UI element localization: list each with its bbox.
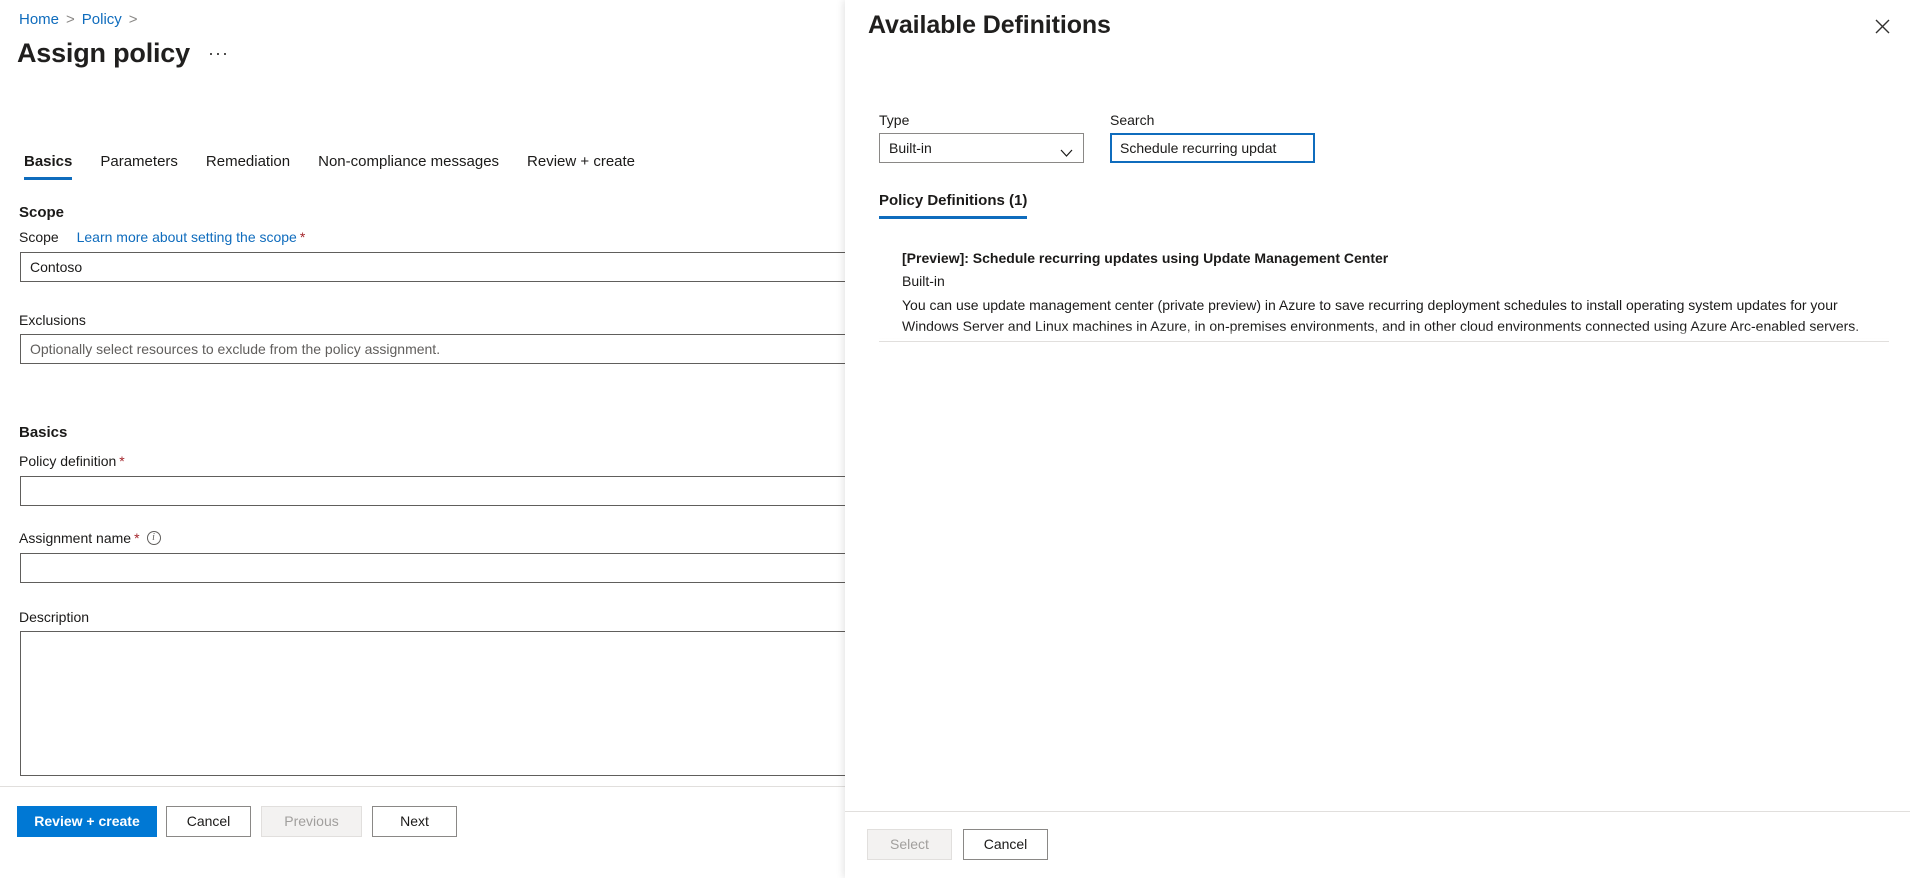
definition-type: Built-in [902, 273, 945, 289]
breadcrumb-separator-1: > [66, 11, 75, 28]
breadcrumb: Home > Policy > [19, 11, 145, 29]
available-definitions-title: Available Definitions [868, 11, 1111, 39]
close-icon[interactable] [1866, 10, 1898, 42]
assignment-name-field-label: Assignment name [19, 530, 132, 546]
policy-definition-field-label: Policy definition [19, 453, 117, 469]
search-input[interactable] [1110, 133, 1315, 163]
assign-policy-footer: Review + create Cancel Previous Next [0, 786, 860, 878]
type-select[interactable]: Built-in Custom All [879, 133, 1084, 163]
learn-more-scope-link[interactable]: Learn more about setting the scope [77, 229, 297, 245]
blade-tab-list: Basics Parameters Remediation Non-compli… [18, 152, 649, 180]
more-actions-icon[interactable]: ··· [208, 44, 229, 62]
policy-definition-field-label-row: Policy definition * [19, 452, 125, 471]
select-button: Select [867, 829, 952, 860]
assign-policy-blade: Home > Policy > Assign policy ··· Basics Pa… [0, 0, 860, 878]
breadcrumb-separator-2: > [128, 11, 138, 28]
assignment-name-input[interactable] [20, 553, 860, 583]
search-field-label: Search [1110, 112, 1155, 128]
definition-description: You can use update management center (pr… [902, 297, 1860, 334]
description-textarea[interactable] [20, 631, 860, 776]
tab-remediation[interactable]: Remediation [192, 152, 304, 180]
previous-button: Previous [261, 806, 362, 837]
definition-list-item[interactable]: [Preview]: Schedule recurring updates us… [879, 237, 1889, 339]
breadcrumb-item-policy[interactable]: Policy [82, 11, 122, 28]
policy-definition-required-indicator: * [119, 453, 125, 469]
definitions-results-list: [Preview]: Schedule recurring updates us… [879, 237, 1889, 797]
type-field-label: Type [879, 112, 910, 128]
available-definitions-footer: Select Cancel [845, 811, 1910, 878]
tab-review-create[interactable]: Review + create [513, 152, 649, 180]
info-icon[interactable]: i [146, 531, 161, 546]
breadcrumb-item-home[interactable]: Home [19, 11, 59, 28]
cancel-button[interactable]: Cancel [166, 806, 251, 837]
page-title-row: Assign policy ··· [17, 36, 229, 70]
page-title: Assign policy [17, 38, 190, 68]
exclusions-input[interactable] [20, 334, 860, 364]
description-field-label: Description [19, 609, 90, 625]
azure-portal-screen: Home > Policy > Assign policy ··· Basics Pa… [0, 0, 1910, 878]
assignment-name-field-label-row: Assignment name * i [19, 529, 161, 548]
right-cancel-button[interactable]: Cancel [963, 829, 1048, 860]
tab-parameters[interactable]: Parameters [86, 152, 192, 180]
scope-section-heading: Scope [19, 204, 65, 221]
scope-field-label: Scope [19, 229, 59, 245]
assign-policy-content: Home > Policy > Assign policy ··· Basics Pa… [0, 0, 860, 878]
scope-required-indicator: * [299, 229, 306, 245]
right-blade-tab-list: Policy Definitions (1) [879, 192, 1028, 219]
tab-policy-definitions[interactable]: Policy Definitions (1) [879, 192, 1028, 219]
type-select-wrapper: Built-in Custom All [879, 133, 1084, 163]
exclusions-field-label: Exclusions [19, 312, 86, 328]
review-create-button[interactable]: Review + create [17, 806, 157, 837]
tab-non-compliance-messages[interactable]: Non-compliance messages [304, 152, 513, 180]
tab-basics[interactable]: Basics [18, 152, 86, 180]
scope-field-label-row: Scope Learn more about setting the scope… [19, 228, 305, 247]
assignment-name-required-indicator: * [134, 530, 140, 546]
scope-input[interactable] [20, 252, 860, 282]
result-card-clip: [Preview]: Schedule recurring updates us… [879, 237, 1889, 340]
basics-section-heading: Basics [19, 424, 68, 441]
policy-definition-input[interactable] [20, 476, 860, 506]
definition-title: [Preview]: Schedule recurring updates us… [902, 250, 1389, 266]
results-divider [879, 341, 1889, 342]
next-button[interactable]: Next [372, 806, 457, 837]
